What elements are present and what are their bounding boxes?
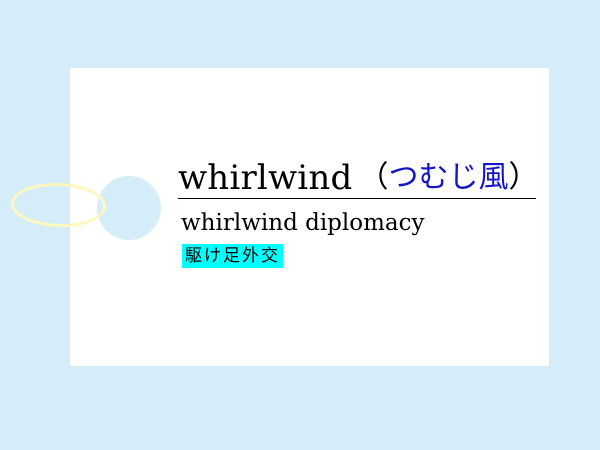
headword: whirlwind	[178, 158, 353, 198]
reading-close-paren: ）	[508, 160, 539, 195]
reading-group: （つむじ風）	[358, 157, 538, 199]
vocabulary-card-screen: { "card": { "headword": "whirlwind", "re…	[0, 0, 600, 450]
reading-text: つむじ風	[388, 160, 509, 195]
tag-hole-icon	[97, 176, 161, 240]
example-translation: 駆け足外交	[182, 244, 283, 268]
headword-row: whirlwind （つむじ風）	[178, 157, 538, 199]
reading-open-paren: （	[358, 160, 389, 195]
example-phrase: whirlwind diplomacy	[181, 210, 425, 236]
